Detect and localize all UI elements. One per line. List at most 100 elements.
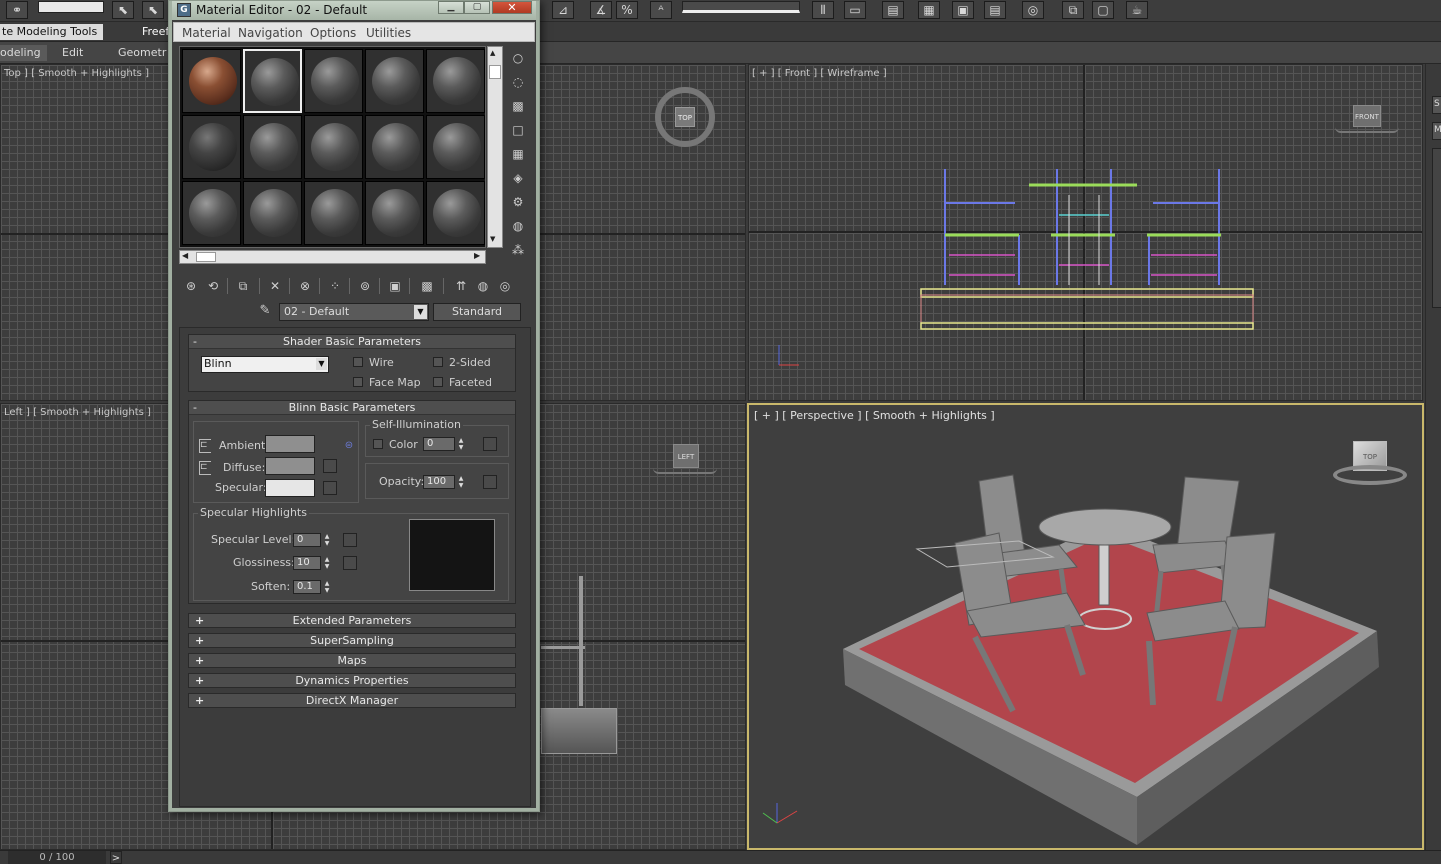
spinner-snap-icon[interactable]: ᴬ bbox=[650, 1, 672, 19]
face-map-checkbox[interactable] bbox=[353, 377, 363, 387]
make-preview-icon[interactable]: ◈ bbox=[509, 169, 527, 187]
diffuse-map-button[interactable] bbox=[323, 459, 337, 473]
viewcube-left[interactable]: LEFT bbox=[653, 444, 717, 478]
sample-slot-14[interactable] bbox=[365, 181, 424, 245]
maximize-button[interactable]: ▢ bbox=[464, 1, 490, 14]
material-editor-titlebar[interactable]: G Material Editor - 02 - Default ▁ ▢ ✕ bbox=[172, 1, 536, 20]
two-sided-checkbox[interactable] bbox=[433, 357, 443, 367]
get-material-icon[interactable]: ⊛ bbox=[181, 276, 201, 296]
show-end-result-icon[interactable]: ▩ bbox=[417, 276, 437, 296]
named-selection-field[interactable] bbox=[682, 1, 800, 13]
sample-slot-13[interactable] bbox=[304, 181, 363, 245]
sample-slot-2[interactable] bbox=[243, 49, 302, 113]
make-unique-icon[interactable]: ⊗ bbox=[295, 276, 315, 296]
background-icon[interactable]: ▩ bbox=[509, 97, 527, 115]
specular-level-spinner[interactable]: 0 ▲ ▼ bbox=[293, 533, 329, 547]
material-name-dropdown[interactable]: 02 - Default ▼ bbox=[279, 303, 429, 321]
opacity-map-button[interactable] bbox=[483, 475, 497, 489]
spinner-arrows-icon[interactable]: ▲ ▼ bbox=[322, 580, 332, 594]
reset-map-icon[interactable]: ✕ bbox=[265, 276, 285, 296]
link-icon[interactable]: ⚭ bbox=[6, 1, 28, 19]
command-panel-tab-m[interactable]: M bbox=[1432, 122, 1441, 140]
put-to-scene-icon[interactable]: ⟲ bbox=[203, 276, 223, 296]
material-editor-icon[interactable]: ◎ bbox=[1022, 1, 1044, 19]
viewport-left-label[interactable]: Left ] [ Smooth + Highlights ] bbox=[4, 407, 151, 418]
sample-slot-8[interactable] bbox=[304, 115, 363, 179]
scroll-up-icon[interactable]: ▲ bbox=[490, 49, 495, 57]
curve-editor-icon[interactable]: ▣ bbox=[952, 1, 974, 19]
collapse-toggle[interactable]: - bbox=[193, 335, 197, 349]
scroll-left-icon[interactable]: ◀ bbox=[182, 251, 188, 260]
command-panel-list[interactable] bbox=[1432, 148, 1441, 308]
minimize-button[interactable]: ▁ bbox=[438, 1, 464, 14]
scroll-thumb[interactable] bbox=[489, 65, 501, 79]
spinner-arrows-icon[interactable]: ▲ ▼ bbox=[322, 556, 332, 570]
tab-modeling[interactable]: odeling bbox=[0, 45, 47, 61]
specular-map-button[interactable] bbox=[323, 481, 337, 495]
assign-material-icon[interactable]: ⧉ bbox=[233, 276, 253, 296]
lock-ambient-diffuse-icon[interactable]: ⊏ bbox=[199, 439, 211, 453]
scroll-down-icon[interactable]: ▼ bbox=[490, 235, 495, 243]
material-id-channel-icon[interactable]: ⊚ bbox=[355, 276, 375, 296]
selection-filter-field[interactable] bbox=[38, 1, 104, 13]
viewport-top-label[interactable]: Top ] [ Smooth + Highlights ] bbox=[4, 68, 149, 79]
material-map-navigator-icon[interactable]: ⁂ bbox=[509, 241, 527, 259]
video-color-check-icon[interactable]: ▦ bbox=[509, 145, 527, 163]
pick-material-icon[interactable]: ◎ bbox=[495, 276, 515, 296]
show-shaded-map-icon[interactable]: ▣ bbox=[385, 276, 405, 296]
collapse-toggle[interactable]: - bbox=[193, 401, 197, 415]
self-illum-color-checkbox[interactable] bbox=[373, 439, 383, 449]
chevron-down-icon[interactable]: ▼ bbox=[414, 305, 427, 319]
angle-snap-icon[interactable]: ∡ bbox=[590, 1, 612, 19]
backlight-icon[interactable]: ◌ bbox=[509, 73, 527, 91]
diffuse-color-swatch[interactable] bbox=[265, 457, 315, 475]
specular-color-swatch[interactable] bbox=[265, 479, 315, 497]
time-slider-next-button[interactable]: > bbox=[110, 851, 122, 864]
go-to-parent-icon[interactable]: ⇈ bbox=[451, 276, 471, 296]
sample-slot-7[interactable] bbox=[243, 115, 302, 179]
mirror-icon[interactable]: ⫴ bbox=[812, 1, 834, 19]
spinner-arrows-icon[interactable]: ▲ ▼ bbox=[456, 475, 466, 489]
glossiness-map-button[interactable] bbox=[343, 556, 357, 570]
viewcube-top[interactable]: TOP bbox=[655, 87, 715, 147]
select-object-icon[interactable]: ⬉ bbox=[112, 1, 134, 19]
tab-geometry[interactable]: Geometr bbox=[112, 45, 172, 61]
material-type-button[interactable]: Standard bbox=[433, 303, 521, 321]
sample-slot-12[interactable] bbox=[243, 181, 302, 245]
sample-slot-1[interactable] bbox=[182, 49, 241, 113]
command-panel-tab-s[interactable]: S bbox=[1432, 96, 1441, 114]
menu-options[interactable]: Options bbox=[310, 26, 356, 40]
pick-material-from-object-icon[interactable]: ✎ bbox=[255, 303, 275, 321]
layer-manager-icon[interactable]: ▤ bbox=[882, 1, 904, 19]
sample-slot-3[interactable] bbox=[304, 49, 363, 113]
close-button[interactable]: ✕ bbox=[492, 1, 532, 14]
opacity-spinner[interactable]: 100 ▲ ▼ bbox=[423, 475, 463, 489]
spinner-arrows-icon[interactable]: ▲ ▼ bbox=[456, 437, 466, 451]
time-slider-position[interactable]: 0 / 100 bbox=[8, 851, 106, 864]
shader-basic-parameters-header[interactable]: - Shader Basic Parameters bbox=[189, 335, 515, 349]
sample-slots-vertical-scrollbar[interactable]: ▲ ▼ bbox=[487, 46, 503, 248]
graphite-icon[interactable]: ▦ bbox=[918, 1, 940, 19]
sample-slot-9[interactable] bbox=[365, 115, 424, 179]
select-by-name-icon[interactable]: ⬉ bbox=[142, 1, 164, 19]
lock-diffuse-specular-icon[interactable]: ⊏ bbox=[199, 461, 211, 475]
specular-level-map-button[interactable] bbox=[343, 533, 357, 547]
faceted-checkbox[interactable] bbox=[433, 377, 443, 387]
sample-slots-horizontal-scrollbar[interactable]: ◀ ▶ bbox=[179, 250, 486, 264]
ambient-color-swatch[interactable] bbox=[265, 435, 315, 453]
extended-parameters-rollout[interactable]: + Extended Parameters bbox=[188, 613, 516, 628]
self-illum-map-button[interactable] bbox=[483, 437, 497, 451]
sample-slot-15[interactable] bbox=[426, 181, 485, 245]
lock-icon[interactable]: ⊜ bbox=[343, 439, 355, 453]
sample-slot-10[interactable] bbox=[426, 115, 485, 179]
viewport-perspective[interactable]: [ + ] [ Perspective ] [ Smooth + Highlig… bbox=[747, 403, 1424, 850]
spinner-arrows-icon[interactable]: ▲ ▼ bbox=[322, 533, 332, 547]
select-by-material-icon[interactable]: ◍ bbox=[509, 217, 527, 235]
tab-modeling-tools[interactable]: te Modeling Tools bbox=[0, 24, 104, 40]
sample-type-icon[interactable]: ○ bbox=[509, 49, 527, 67]
schematic-view-icon[interactable]: ▤ bbox=[984, 1, 1006, 19]
sample-slot-6[interactable] bbox=[182, 115, 241, 179]
scroll-thumb[interactable] bbox=[196, 252, 216, 262]
render-setup-icon[interactable]: ⧉ bbox=[1062, 1, 1084, 19]
snap-toggle-icon[interactable]: ⊿ bbox=[552, 1, 574, 19]
